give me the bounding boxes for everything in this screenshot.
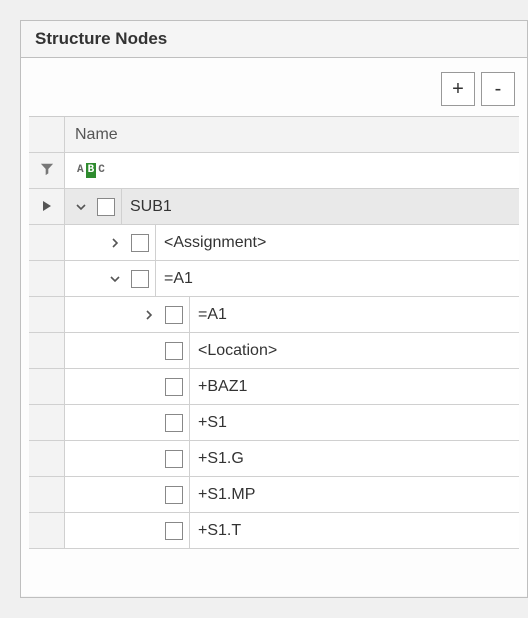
header-gutter — [29, 117, 65, 152]
column-header-row: Name — [29, 117, 519, 153]
text-filter-icon: ABC — [75, 163, 107, 178]
node-checkbox[interactable] — [131, 270, 149, 288]
expand-toggle[interactable] — [139, 305, 159, 325]
node-label: =A1 — [189, 297, 519, 332]
tree-row[interactable]: <Location> — [29, 333, 519, 369]
node-label: =A1 — [155, 261, 519, 296]
tree-row[interactable]: +S1.T — [29, 513, 519, 549]
tree-row[interactable]: +S1.MP — [29, 477, 519, 513]
row-indicator — [29, 369, 65, 404]
node-label: +BAZ1 — [189, 369, 519, 404]
node-checkbox[interactable] — [97, 198, 115, 216]
toolbar: + - — [29, 66, 519, 116]
add-button[interactable]: + — [441, 72, 475, 106]
tree-row[interactable]: +S1 — [29, 405, 519, 441]
node-checkbox[interactable] — [165, 414, 183, 432]
node-checkbox[interactable] — [165, 378, 183, 396]
filter-icon — [40, 162, 54, 180]
row-indicator — [29, 333, 65, 368]
row-indicator — [29, 477, 65, 512]
expand-toggle[interactable] — [105, 269, 125, 289]
row-indicator — [29, 297, 65, 332]
panel-title: Structure Nodes — [21, 21, 527, 58]
node-label: <Assignment> — [155, 225, 519, 260]
row-indicator — [29, 225, 65, 260]
panel-body: + - Name ABC — [21, 58, 527, 596]
node-checkbox[interactable] — [165, 486, 183, 504]
tree-row[interactable]: +BAZ1 — [29, 369, 519, 405]
structure-nodes-panel: Structure Nodes + - Name ABC — [20, 20, 528, 598]
filter-gutter[interactable] — [29, 153, 65, 188]
filter-cell[interactable]: ABC — [65, 153, 519, 188]
node-checkbox[interactable] — [165, 450, 183, 468]
tree-grid: Name ABC — [29, 116, 519, 549]
tree-row[interactable]: +S1.G — [29, 441, 519, 477]
remove-button[interactable]: - — [481, 72, 515, 106]
tree-row[interactable]: =A1 — [29, 297, 519, 333]
tree-row-root[interactable]: SUB1 — [29, 189, 519, 225]
row-indicator — [29, 513, 65, 548]
node-label: SUB1 — [121, 189, 519, 224]
node-checkbox[interactable] — [131, 234, 149, 252]
node-label: +S1 — [189, 405, 519, 440]
node-checkbox[interactable] — [165, 306, 183, 324]
expand-toggle[interactable] — [71, 197, 91, 217]
tree-row[interactable]: <Assignment> — [29, 225, 519, 261]
node-label: +S1.T — [189, 513, 519, 548]
current-row-icon — [43, 200, 51, 214]
node-checkbox[interactable] — [165, 522, 183, 540]
node-checkbox[interactable] — [165, 342, 183, 360]
row-indicator — [29, 261, 65, 296]
row-indicator — [29, 405, 65, 440]
column-header-name[interactable]: Name — [65, 117, 519, 152]
filter-row: ABC — [29, 153, 519, 189]
expand-toggle[interactable] — [105, 233, 125, 253]
node-label: +S1.MP — [189, 477, 519, 512]
node-label: <Location> — [189, 333, 519, 368]
tree-row[interactable]: =A1 — [29, 261, 519, 297]
row-indicator — [29, 189, 65, 224]
node-label: +S1.G — [189, 441, 519, 476]
row-indicator — [29, 441, 65, 476]
